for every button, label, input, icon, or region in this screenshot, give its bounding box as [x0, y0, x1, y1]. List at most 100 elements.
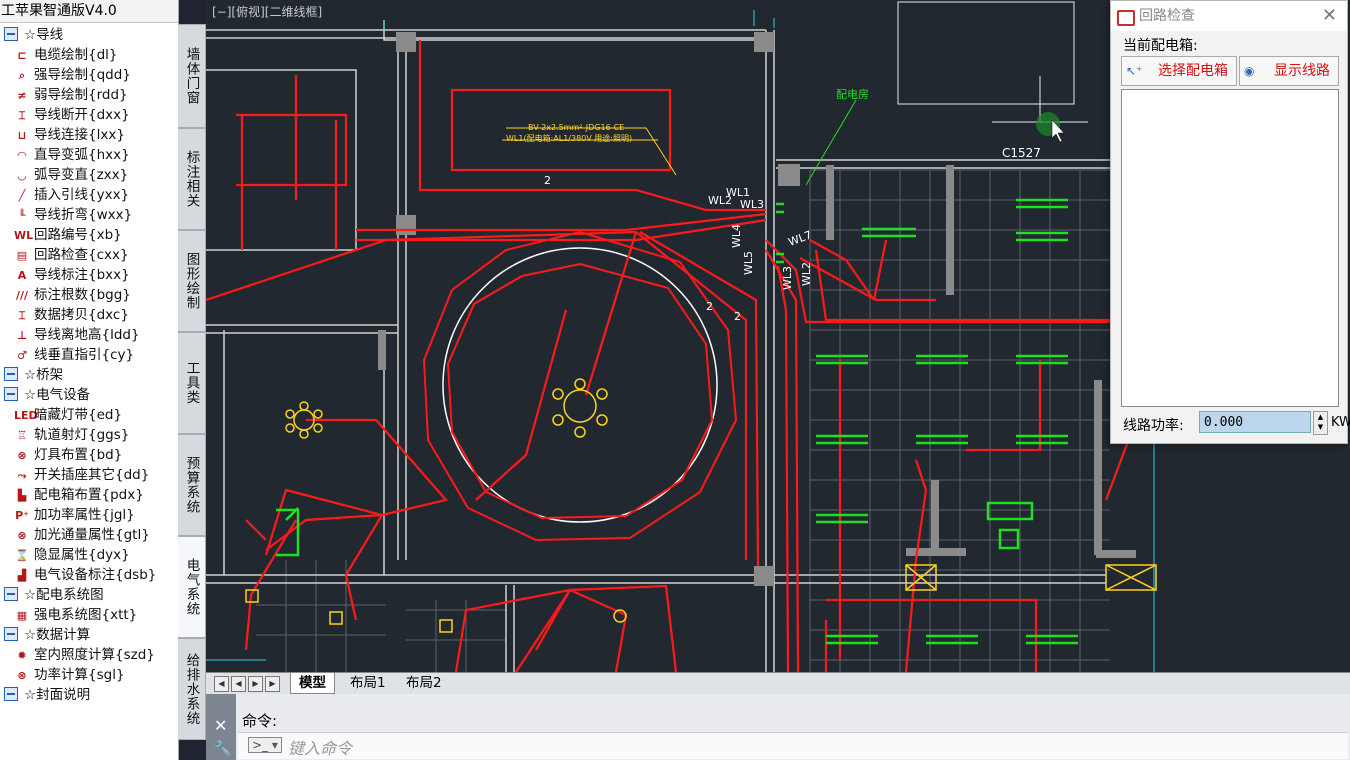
first-tab-icon[interactable]: ◀: [214, 676, 229, 692]
collapse-icon[interactable]: [4, 587, 18, 601]
vtab-0[interactable]: 墙体门窗: [178, 24, 206, 128]
tab-layout-2[interactable]: 布局2: [398, 673, 450, 693]
close-icon[interactable]: ✕: [214, 716, 227, 735]
vtab-6[interactable]: 给排水系统: [178, 638, 206, 740]
tree-item[interactable]: ╙ 导线折弯{wxx}: [0, 205, 178, 225]
tree-section[interactable]: ☆封面说明: [0, 685, 178, 705]
circuit-label-wl2: WL2: [708, 194, 732, 207]
vtab-label: 预算系统: [183, 456, 200, 514]
tree-item[interactable]: ⊗ 功率计算{sgl}: [0, 665, 178, 685]
tree-item[interactable]: ⌛ 隐显属性{dyx}: [0, 545, 178, 565]
next-tab-icon[interactable]: ▶: [248, 676, 263, 692]
layout-tab-bar: ◀ ◀ ▶ ▶ 模型 布局1 布局2: [206, 672, 1350, 695]
command-grip[interactable]: ✕ 🔧: [206, 694, 236, 760]
tree-item[interactable]: WL回路编号{xb}: [0, 225, 178, 245]
tree-item[interactable]: ◡ 弧导变直{zxx}: [0, 165, 178, 185]
tree-label: 插入引线{yxx}: [34, 187, 130, 203]
tree-item[interactable]: ◠ 直导变弧{hxx}: [0, 145, 178, 165]
tree-item[interactable]: /// 标注根数{bgg}: [0, 285, 178, 305]
tree-item[interactable]: ▟ 电气设备标注{dsb}: [0, 565, 178, 585]
wire-label-icon: A: [17, 269, 27, 282]
tree-section[interactable]: ☆电气设备: [0, 385, 178, 405]
command-input[interactable]: >_ ▾ 键入命令: [238, 732, 1348, 759]
plan-outlines: [897, 1, 1088, 123]
command-label: 命令:: [242, 712, 278, 730]
prev-tab-icon[interactable]: ◀: [231, 676, 246, 692]
vtab-5[interactable]: 电气系统: [178, 536, 206, 638]
data-copy-icon: ⌶: [18, 309, 26, 322]
wire-break-icon: ⌶: [18, 109, 26, 122]
flux-attr-icon: ⊗: [17, 529, 27, 542]
tree-item[interactable]: ⤳ 开关插座其它{dd}: [0, 465, 178, 485]
tree-item[interactable]: ╱ 插入引线{yxx}: [0, 185, 178, 205]
last-tab-icon[interactable]: ▶: [265, 676, 280, 692]
prompt-icon[interactable]: >_ ▾: [248, 737, 282, 753]
tree-item[interactable]: LED暗藏灯带{ed}: [0, 405, 178, 425]
tree-item[interactable]: ▦ 强电系统图{xtt}: [0, 605, 178, 625]
collapse-icon[interactable]: [4, 627, 18, 641]
round-ceiling: [422, 230, 738, 542]
tree-item[interactable]: A 导线标注{bxx}: [0, 265, 178, 285]
wire-bend-icon: ╙: [18, 209, 26, 222]
tree-item[interactable]: ⌕ 强导绘制{qdd}: [0, 65, 178, 85]
led-strip-icon: LED: [14, 409, 38, 422]
current-box-label: 当前配电箱:: [1123, 38, 1198, 54]
tree-item[interactable]: ⊥ 导线离地高{ldd}: [0, 325, 178, 345]
vtab-3[interactable]: 工具类: [178, 332, 206, 434]
tree-item[interactable]: ⊗ 灯具布置{bd}: [0, 445, 178, 465]
tree-item[interactable]: ⊏ 电缆绘制{dl}: [0, 45, 178, 65]
tree-item[interactable]: ▤ 回路检查{cxx}: [0, 245, 178, 265]
wire-spec-line-2: WL1(配电箱:AL1/380V 用途:照明): [506, 133, 632, 143]
tree-label: ☆导线: [24, 27, 64, 43]
equipment-label-icon: ▟: [17, 569, 27, 582]
tree-item[interactable]: ⊗ 加光通量属性{gtl}: [0, 525, 178, 545]
tree-label: 导线连接{lxx}: [34, 127, 125, 143]
collapse-icon[interactable]: [4, 367, 18, 381]
select-box-button[interactable]: ↖⁺ 选择配电箱: [1121, 56, 1237, 86]
power-input[interactable]: 0.000: [1199, 411, 1311, 433]
vtab-2[interactable]: 图形绘制: [178, 230, 206, 332]
walls: [206, 20, 1110, 672]
tree-section[interactable]: ☆桥架: [0, 365, 178, 385]
wrench-icon[interactable]: 🔧: [214, 741, 231, 757]
tab-model[interactable]: 模型: [290, 673, 335, 694]
view-label: [−][俯视][二维线框]: [212, 4, 322, 19]
tree-label: ☆桥架: [24, 367, 64, 383]
close-icon[interactable]: ✕: [1322, 1, 1337, 31]
illuminance-calc-icon: ✹: [17, 649, 27, 662]
tree-label: 配电箱布置{pdx}: [34, 487, 144, 503]
tree-section[interactable]: ☆配电系统图: [0, 585, 178, 605]
tree-label: 导线离地高{ldd}: [34, 327, 140, 343]
tree-item[interactable]: ⊔ 导线连接{lxx}: [0, 125, 178, 145]
vtab-4[interactable]: 预算系统: [178, 434, 206, 536]
tree-label: 电气设备标注{dsb}: [34, 567, 157, 583]
circuit-check-icon: [1117, 10, 1135, 26]
tree-item[interactable]: P⁺ 加功率属性{jgl}: [0, 505, 178, 525]
count-mark: 2: [706, 300, 713, 313]
tree-section[interactable]: ☆数据计算: [0, 625, 178, 645]
line-to-arc-icon: ◠: [17, 149, 27, 162]
tree-item[interactable]: ♖ 轨道射灯{ggs}: [0, 425, 178, 445]
tree-label: 弧导变直{zxx}: [34, 167, 129, 183]
collapse-icon[interactable]: [4, 27, 18, 41]
circuit-label-wl3b: WL3: [781, 266, 794, 290]
show-lines-button[interactable]: ◉ 显示线路: [1239, 56, 1339, 86]
tree-item[interactable]: ✹ 室内照度计算{szd}: [0, 645, 178, 665]
collapse-icon[interactable]: [4, 387, 18, 401]
tree-section[interactable]: ☆导线: [0, 25, 178, 45]
tab-layout-1[interactable]: 布局1: [342, 673, 394, 693]
circuit-list[interactable]: [1121, 89, 1339, 407]
tree-item[interactable]: ≠ 弱导绘制{rdd}: [0, 85, 178, 105]
tree-item[interactable]: ▙ 配电箱布置{pdx}: [0, 485, 178, 505]
vtab-label: 工具类: [183, 361, 200, 405]
collapse-icon[interactable]: [4, 687, 18, 701]
green-led-fixtures: [276, 198, 1078, 645]
tree-item[interactable]: ♂ 线垂直指引{cy}: [0, 345, 178, 365]
power-spinner[interactable]: ▲ ▼: [1313, 411, 1328, 435]
tree-item[interactable]: ⌶ 数据拷贝{dxc}: [0, 305, 178, 325]
count-mark: 2: [544, 174, 551, 187]
vtab-1[interactable]: 标注相关: [178, 128, 206, 230]
wire-height-icon: ⊥: [16, 329, 28, 342]
tree-item[interactable]: ⌶ 导线断开{dxx}: [0, 105, 178, 125]
dialog-titlebar[interactable]: 回路检查 ✕: [1111, 1, 1347, 31]
